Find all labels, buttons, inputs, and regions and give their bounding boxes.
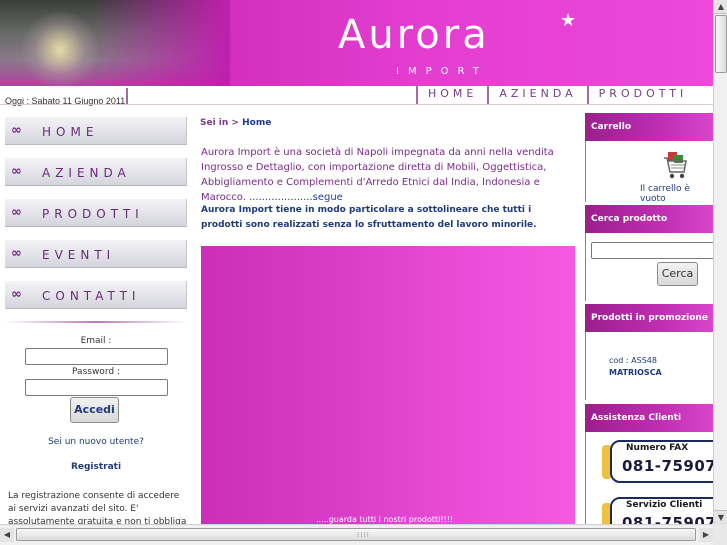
date-separator [126, 88, 128, 104]
infinity-icon: ∞ [11, 164, 22, 179]
register-link[interactable]: Registrati [5, 462, 187, 472]
support-header: Assistenza Clienti [585, 404, 713, 432]
leftnav-label: AZIENDA [42, 166, 131, 180]
left-navigation: ∞ HOME ∞ AZIENDA ∞ PRODOTTI ∞ EVENTI ∞ C… [5, 117, 187, 322]
all-products-link[interactable]: .....guarda tutti i nostri prodotti!!!! [316, 515, 453, 524]
browser-page: Aurora ★ IMPORT Oggi : Sabato 11 Giugno … [0, 0, 727, 545]
page-viewport: Aurora ★ IMPORT Oggi : Sabato 11 Giugno … [0, 0, 713, 524]
aurora-header-image [0, 0, 230, 86]
email-label: Email : [80, 336, 112, 346]
leftnav-label: CONTATTI [42, 289, 141, 303]
product-code: cod : ASS48 [609, 356, 657, 365]
customer-service-card: Servizio Clienti 081-7590747 [610, 497, 713, 524]
breadcrumb: Sei in > Home [200, 118, 271, 128]
leftnav-home[interactable]: ∞ HOME [5, 117, 187, 145]
site-header: Aurora ★ IMPORT [0, 0, 713, 86]
service-number: 081-7590747 [622, 514, 713, 524]
star-icon: ★ [560, 10, 577, 31]
scroll-down-icon[interactable]: ▼ [714, 510, 727, 524]
topbar-divider [0, 104, 713, 105]
password-field[interactable] [25, 379, 168, 396]
infinity-icon: ∞ [11, 123, 22, 138]
leftnav-prodotti[interactable]: ∞ PRODOTTI [5, 199, 187, 227]
brand-subtitle: IMPORT [396, 66, 488, 77]
leftnav-label: HOME [42, 125, 99, 139]
cart-status: Il carrello è vuoto [640, 184, 690, 204]
leftnav-contatti[interactable]: ∞ CONTATTI [5, 281, 187, 309]
topnav-azienda[interactable]: AZIENDA [487, 86, 586, 104]
infinity-icon: ∞ [11, 246, 22, 261]
grip-icon: ⁞⁞⁞⁞ [357, 531, 370, 539]
email-field[interactable] [25, 348, 168, 365]
new-user-text: Sei un nuovo utente? [48, 437, 144, 447]
search-button[interactable]: Cerca [657, 262, 698, 286]
shopping-cart-icon[interactable] [662, 150, 688, 180]
horizontal-scrollbar[interactable]: ◀ ⁞⁞⁞⁞ ▶ [0, 524, 713, 545]
service-label: Servizio Clienti [626, 500, 703, 510]
product-name[interactable]: MATRIOSCA [609, 368, 662, 377]
read-more-link[interactable]: ....................segue [249, 192, 343, 203]
promo-products-header: Prodotti in promozione [585, 304, 713, 332]
promo-products-box [585, 332, 713, 400]
infinity-icon: ∞ [11, 205, 22, 220]
breadcrumb-home-link[interactable]: Home [242, 118, 271, 128]
scroll-up-icon[interactable]: ▲ [714, 0, 727, 14]
search-header: Cerca prodotto [585, 205, 713, 233]
brand-logo-text: Aurora [338, 12, 490, 58]
registration-note: La registrazione consente di accedere ai… [8, 491, 187, 524]
password-label: Password : [72, 367, 120, 377]
intro-paragraph: Aurora Import è una società di Napoli im… [201, 145, 573, 205]
aurora-glow [20, 10, 100, 86]
header-fade [90, 0, 230, 86]
vertical-scroll-thumb[interactable] [715, 15, 727, 73]
topnav-home[interactable]: HOME [416, 86, 487, 104]
leftnav-divider [5, 321, 187, 323]
fax-card: Numero FAX 081-7590747 [610, 440, 713, 483]
breadcrumb-prefix: Sei in > [200, 118, 243, 128]
fax-label: Numero FAX [626, 443, 689, 453]
horizontal-scroll-thumb[interactable]: ⁞⁞⁞⁞ [16, 528, 696, 541]
promo-banner [201, 246, 575, 524]
top-navigation: HOME AZIENDA PRODOTTI [416, 86, 697, 104]
topnav-prodotti[interactable]: PRODOTTI [586, 86, 698, 104]
cart-header: Carrello [585, 113, 713, 141]
fax-number: 081-7590747 [622, 457, 713, 475]
leftnav-azienda[interactable]: ∞ AZIENDA [5, 158, 187, 186]
scroll-left-icon[interactable]: ◀ [0, 528, 14, 542]
scrollbar-corner [713, 524, 727, 545]
leftnav-label: EVENTI [42, 248, 116, 262]
leftnav-eventi[interactable]: ∞ EVENTI [5, 240, 187, 268]
product-search-input[interactable] [591, 242, 713, 259]
policy-statement: Aurora Import tiene in modo particolare … [201, 205, 537, 230]
scroll-right-icon[interactable]: ▶ [699, 528, 713, 542]
vertical-scrollbar[interactable]: ▲ ▼ [713, 0, 727, 524]
infinity-icon: ∞ [11, 287, 22, 302]
login-button[interactable]: Accedi [70, 397, 119, 423]
leftnav-label: PRODOTTI [42, 207, 144, 221]
